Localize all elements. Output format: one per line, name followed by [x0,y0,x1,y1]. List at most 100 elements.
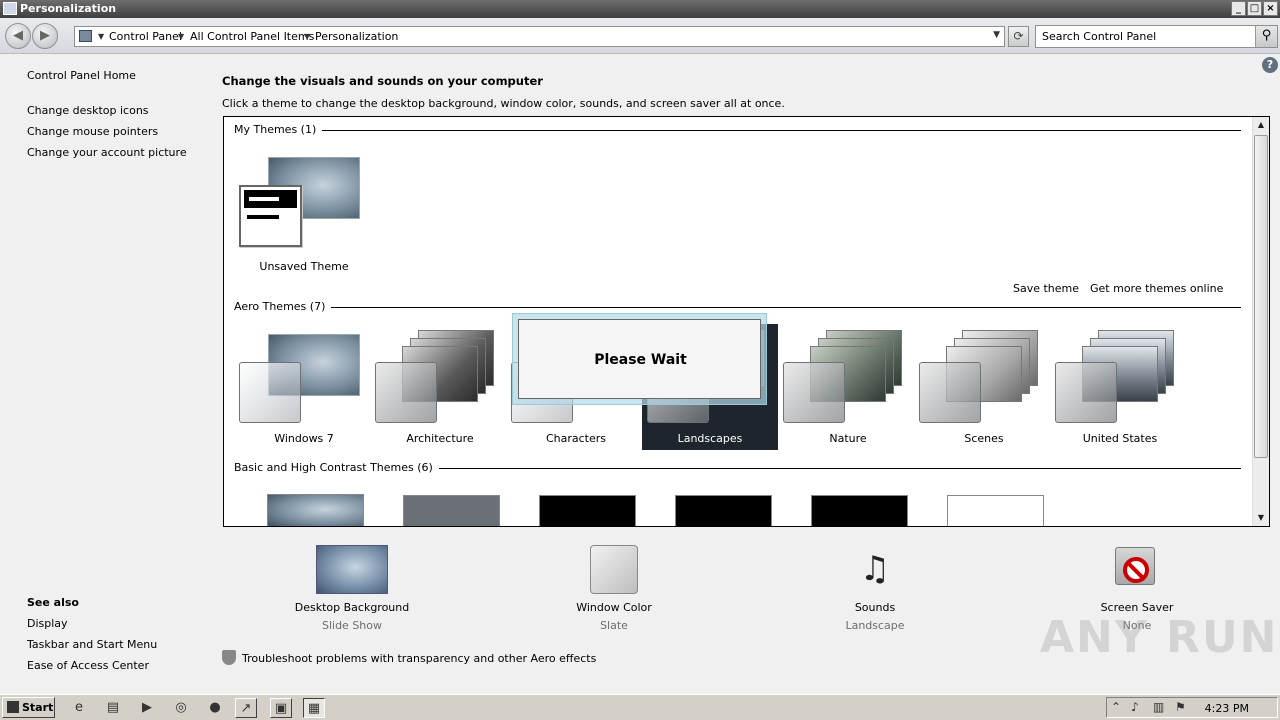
navigation-bar: ◀ ▶ ▼ Control Panel ▼ All Control Panel … [0,18,1280,54]
minimize-button[interactable]: _ [1231,1,1246,16]
network-icon[interactable]: ▥ [1153,700,1164,714]
left-nav: Control Panel Home Change desktop icons … [0,55,210,690]
theme-thumbnail[interactable] [675,495,772,526]
theme-list-scrollbar[interactable]: ▲ ▼ [1252,117,1269,526]
show-hidden-icons-icon[interactable]: ⌃ [1111,700,1121,714]
sounds-item[interactable]: ♫ Sounds Landscape [775,545,975,632]
search-input[interactable]: Search Control Panel ⚲ [1035,25,1278,48]
search-placeholder: Search Control Panel [1042,30,1157,43]
window-title: Personalization [20,2,117,15]
page-subtitle: Click a theme to change the desktop back… [222,97,785,110]
window-color-swatch [919,362,981,423]
breadcrumb-control-panel[interactable]: Control Panel [109,30,182,43]
close-button[interactable]: × [1263,1,1278,16]
my-themes-heading: My Themes (1) [234,123,323,136]
clock[interactable]: 4:23 PM [1205,702,1249,715]
forward-button[interactable]: ▶ [32,23,58,49]
desktop-background-value: Slide Show [321,619,383,632]
troubleshoot-text[interactable]: Troubleshoot problems with transparency … [242,652,596,665]
taskbar-app-button[interactable]: ↗ [235,698,257,718]
address-bar[interactable]: ▼ Control Panel ▼ All Control Panel Item… [74,26,1005,47]
theme-label: United States [1082,432,1158,445]
theme-nature[interactable]: Nature [780,324,916,450]
change-mouse-pointers-link[interactable]: Change mouse pointers [27,125,158,138]
please-wait-dialog: Please Wait [518,319,761,399]
media-player-icon[interactable]: ▶ [136,698,158,718]
control-panel-icon [3,2,17,15]
chevron-down-icon[interactable]: ▼ [993,30,1000,40]
scroll-up-icon[interactable]: ▲ [1253,117,1269,133]
start-button[interactable]: Start [2,697,55,718]
volume-icon[interactable]: ♪ [1131,700,1139,714]
control-panel-home-link[interactable]: Control Panel Home [27,69,136,82]
back-button[interactable]: ◀ [5,23,31,49]
maximize-button[interactable]: □ [1247,1,1262,16]
sounds-label[interactable]: Sounds [775,601,975,614]
window-color-swatch [375,362,437,423]
theme-thumbnail[interactable] [267,494,364,526]
start-label: Start [22,701,54,714]
change-account-picture-link[interactable]: Change your account picture [27,146,187,159]
theme-scenes[interactable]: Scenes [916,324,1052,450]
anyrun-watermark: ANY RUN [1040,612,1279,663]
window-color-item[interactable]: Window Color Slate [514,545,714,632]
theme-label: Characters [545,432,607,445]
breadcrumb-all-items[interactable]: All Control Panel Items [190,30,314,43]
troubleshoot-link[interactable]: Troubleshoot problems with transparency … [222,650,596,665]
get-more-themes-link[interactable]: Get more themes online [1090,282,1223,295]
page-title: Change the visuals and sounds on your co… [222,74,543,88]
change-desktop-icons-link[interactable]: Change desktop icons [27,104,149,117]
theme-label: Scenes [964,432,1004,445]
scroll-down-icon[interactable]: ▼ [1253,510,1269,526]
help-icon[interactable]: ? [1262,57,1278,73]
sounds-value: Landscape [845,619,905,632]
chevron-icon[interactable]: ▼ [304,32,310,41]
sounds-icon: ♫ [859,549,891,589]
desktop-background-label[interactable]: Desktop Background [252,601,452,614]
windows-logo-icon [7,701,19,713]
section-divider [234,130,1241,131]
theme-label: Architecture [406,432,474,445]
action-center-flag-icon[interactable]: ⚑ [1175,700,1186,714]
control-panel-icon [79,30,92,42]
file-explorer-icon[interactable]: ▤ [102,698,124,718]
screen-saver-icon [1101,545,1173,594]
theme-windows-7[interactable]: Windows 7 [236,324,372,450]
desktop-background-item[interactable]: Desktop Background Slide Show [252,545,452,632]
window-preview [239,185,302,247]
theme-unsaved[interactable]: Unsaved Theme [236,152,372,278]
theme-thumbnail[interactable] [947,495,1044,526]
chevron-icon[interactable]: ▼ [98,32,104,41]
security-app-icon[interactable]: ● [204,698,226,718]
window-color-value: Slate [600,619,628,632]
display-link[interactable]: Display [27,617,68,630]
taskbar-app-button[interactable]: ▣ [270,698,292,718]
theme-united-states[interactable]: United States [1052,324,1188,450]
system-tray: ⌃ ♪ ▥ ⚑ 4:23 PM [1106,697,1278,718]
theme-thumbnail[interactable] [811,495,908,526]
ease-of-access-link[interactable]: Ease of Access Center [27,659,149,672]
breadcrumb-personalization[interactable]: Personalization [315,30,398,43]
theme-architecture[interactable]: Architecture [372,324,508,450]
window-color-icon [590,545,638,594]
internet-explorer-icon[interactable]: e [68,698,90,718]
screen-saver-item[interactable]: Screen Saver None [1037,545,1237,632]
window-color-label[interactable]: Window Color [514,601,714,614]
search-icon[interactable]: ⚲ [1255,26,1277,47]
theme-thumbnail[interactable] [403,495,500,526]
chrome-icon[interactable]: ◎ [170,698,192,718]
refresh-button[interactable]: ⟳ [1008,26,1029,47]
please-wait-text: Please Wait [594,352,687,368]
theme-thumbnail[interactable] [539,495,636,526]
basic-themes-heading: Basic and High Contrast Themes (6) [234,461,439,474]
taskbar-start-menu-link[interactable]: Taskbar and Start Menu [27,638,157,651]
window-color-swatch [783,362,845,423]
save-theme-link[interactable]: Save theme [1013,282,1079,295]
taskbar-personalization-button[interactable]: ▦ [303,698,325,718]
theme-label: Nature [829,432,867,445]
desktop-background-icon [316,545,388,594]
shield-icon [222,650,236,665]
chevron-icon[interactable]: ▼ [178,32,184,41]
theme-label: Landscapes [677,432,743,445]
scroll-thumb[interactable] [1254,135,1268,458]
